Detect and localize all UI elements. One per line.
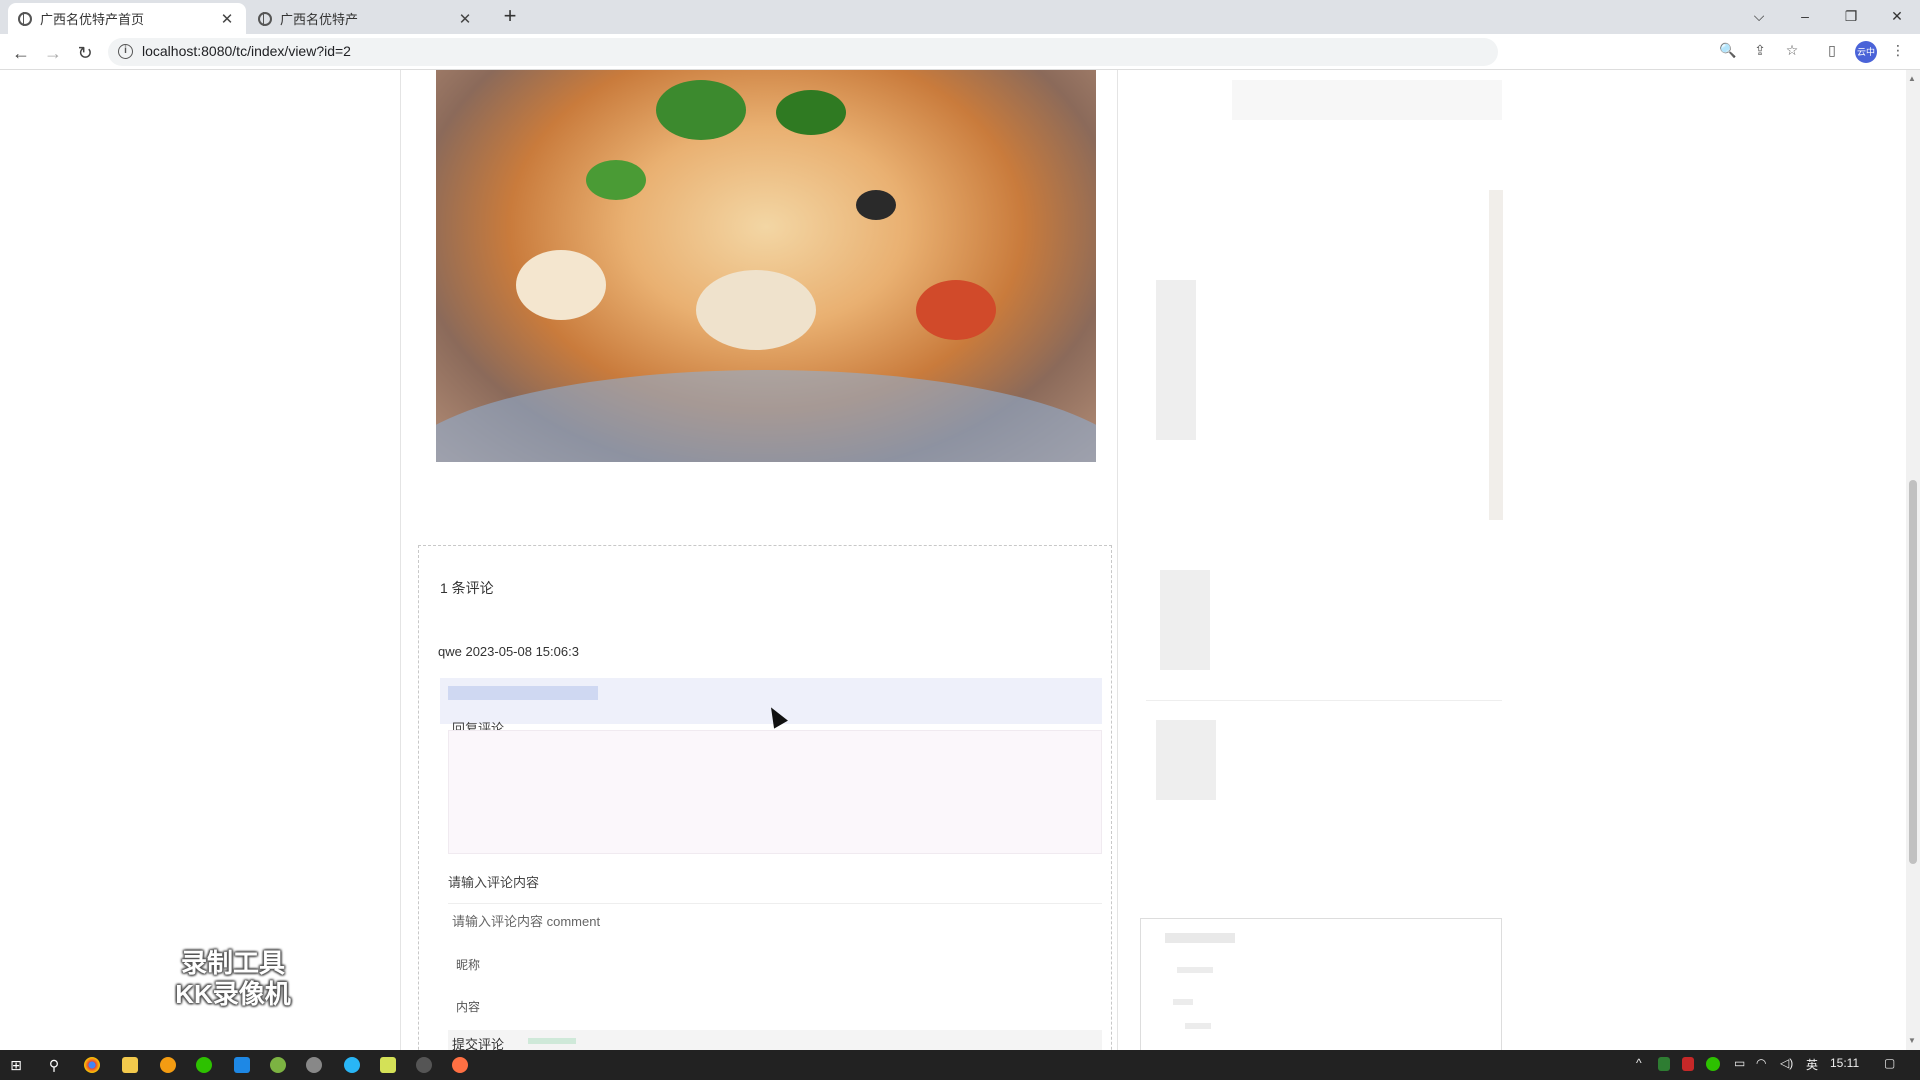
sidebar-section bbox=[1146, 700, 1502, 792]
file-explorer-icon[interactable] bbox=[122, 1057, 138, 1073]
tray-app-icon[interactable] bbox=[1682, 1057, 1694, 1071]
notepad-icon[interactable] bbox=[380, 1057, 396, 1073]
comment-placeholder: 请输入评论内容 comment bbox=[452, 914, 601, 929]
globe-icon bbox=[258, 11, 272, 26]
sidebar-search-box[interactable] bbox=[1232, 80, 1502, 120]
address-bar[interactable]: i localhost:8080/tc/index/view?id=2 bbox=[108, 38, 1498, 66]
reply-banner-highlight bbox=[448, 686, 598, 700]
sidebar-item[interactable] bbox=[1156, 280, 1196, 440]
scroll-thumb[interactable] bbox=[1909, 480, 1917, 864]
garnish-dark bbox=[856, 190, 896, 220]
site-info-icon[interactable]: i bbox=[118, 44, 133, 59]
tab-title: 广西名优特产 bbox=[280, 12, 359, 27]
toolbar: ← → ↻ i localhost:8080/tc/index/view?id=… bbox=[0, 34, 1920, 70]
content-label: 内容 bbox=[456, 1000, 481, 1014]
sidebar-card bbox=[1140, 918, 1502, 1050]
right-sidebar bbox=[1140, 70, 1502, 1000]
submit-comment-button[interactable]: 提交评论 bbox=[452, 1034, 504, 1050]
magnifier-icon[interactable] bbox=[344, 1057, 360, 1073]
settings-icon[interactable] bbox=[306, 1057, 322, 1073]
new-tab-button[interactable]: + bbox=[498, 4, 522, 28]
clock[interactable]: 15:11 bbox=[1830, 1056, 1859, 1070]
tab-strip: 广西名优特产首页 ✕ 广西名优特产 ✕ + ⌵ – ❐ ✕ bbox=[0, 0, 1920, 34]
zoom-icon[interactable]: 🔍 bbox=[1718, 42, 1738, 59]
side-panel-icon[interactable]: ▯ bbox=[1822, 42, 1842, 59]
tab-active[interactable]: 广西名优特产首页 ✕ bbox=[8, 3, 246, 34]
forward-button[interactable]: → bbox=[40, 40, 66, 66]
page-scrollbar[interactable]: ▲ ▼ bbox=[1906, 70, 1920, 1050]
sidebar-card-line bbox=[1177, 967, 1213, 973]
volume-icon[interactable]: ◁) bbox=[1780, 1056, 1793, 1070]
comment-input[interactable] bbox=[448, 882, 1102, 904]
menu-icon[interactable]: ⋮ bbox=[1888, 42, 1908, 59]
tray-app-icon[interactable] bbox=[1658, 1057, 1670, 1071]
restore-button[interactable]: ❐ bbox=[1828, 2, 1874, 30]
minimize-button[interactable]: – bbox=[1782, 2, 1828, 30]
app-green-icon[interactable] bbox=[270, 1057, 286, 1073]
wifi-icon[interactable]: ◠ bbox=[1756, 1056, 1766, 1070]
search-icon[interactable]: ⚲ bbox=[44, 1055, 64, 1075]
back-button[interactable]: ← bbox=[8, 40, 34, 66]
windows-taskbar: ⊞ ⚲ ^ ▭ ◠ ◁) 英 15:11 ▢ bbox=[0, 1050, 1920, 1080]
url-text[interactable]: localhost:8080/tc/index/view?id=2 bbox=[142, 43, 351, 59]
recorder-watermark: 录制工具 KK录像机 bbox=[158, 948, 308, 1010]
store-icon[interactable] bbox=[234, 1057, 250, 1073]
garnish-green bbox=[586, 160, 646, 200]
recorder-icon[interactable] bbox=[452, 1057, 468, 1073]
garnish-green bbox=[656, 80, 746, 140]
close-tab-icon[interactable]: ✕ bbox=[456, 10, 474, 28]
tab-list-button[interactable]: ⌵ bbox=[1736, 2, 1782, 30]
tab-title: 广西名优特产首页 bbox=[40, 12, 145, 27]
tray-expand-icon[interactable]: ^ bbox=[1636, 1056, 1642, 1070]
tray-wechat-icon[interactable] bbox=[1706, 1057, 1720, 1071]
chrome-icon[interactable] bbox=[84, 1057, 100, 1073]
comment-meta: qwe 2023-05-08 15:06:3 bbox=[438, 644, 579, 659]
start-icon[interactable]: ⊞ bbox=[6, 1055, 26, 1075]
close-tab-icon[interactable]: ✕ bbox=[218, 10, 236, 28]
search-app-icon[interactable] bbox=[160, 1057, 176, 1073]
network-icon[interactable]: ▭ bbox=[1734, 1056, 1745, 1070]
wechat-icon[interactable] bbox=[196, 1057, 212, 1073]
garnish-red bbox=[916, 280, 996, 340]
globe-icon bbox=[18, 11, 32, 26]
share-icon[interactable]: ⇪ bbox=[1750, 42, 1770, 59]
submit-progress bbox=[528, 1038, 576, 1044]
bookmark-star-icon[interactable]: ☆ bbox=[1782, 42, 1802, 59]
reply-textarea[interactable] bbox=[448, 730, 1102, 854]
scroll-down-icon[interactable]: ▼ bbox=[1908, 1036, 1916, 1045]
watermark-line1: 录制工具 bbox=[180, 948, 285, 978]
sidebar-card-title bbox=[1165, 933, 1235, 943]
garnish-light bbox=[696, 270, 816, 350]
reload-button[interactable]: ↻ bbox=[72, 40, 98, 66]
ime-indicator[interactable]: 英 bbox=[1806, 1056, 1818, 1073]
product-image bbox=[436, 70, 1096, 462]
obs-icon[interactable] bbox=[416, 1057, 432, 1073]
sidebar-card-line bbox=[1173, 999, 1193, 1005]
nickname-label: 昵称 bbox=[456, 958, 481, 972]
tab-inactive[interactable]: 广西名优特产 ✕ bbox=[248, 3, 484, 34]
plate-rim bbox=[436, 370, 1096, 462]
sidebar-card-line bbox=[1185, 1023, 1211, 1029]
garnish-green bbox=[776, 90, 846, 135]
garnish-light bbox=[516, 250, 606, 320]
sidebar-strip bbox=[1489, 190, 1503, 520]
sidebar-item[interactable] bbox=[1160, 570, 1210, 670]
scroll-up-icon[interactable]: ▲ bbox=[1908, 74, 1916, 83]
comment-count: 1 条评论 bbox=[440, 580, 494, 596]
notification-icon[interactable]: ▢ bbox=[1884, 1056, 1895, 1070]
close-window-button[interactable]: ✕ bbox=[1874, 2, 1920, 30]
profile-avatar[interactable]: 云中 bbox=[1855, 41, 1877, 63]
page-viewport: 1 条评论 qwe 2023-05-08 15:06:3 回复评论 请输入评论内… bbox=[0, 70, 1906, 1050]
watermark-line2: KK录像机 bbox=[175, 979, 291, 1009]
